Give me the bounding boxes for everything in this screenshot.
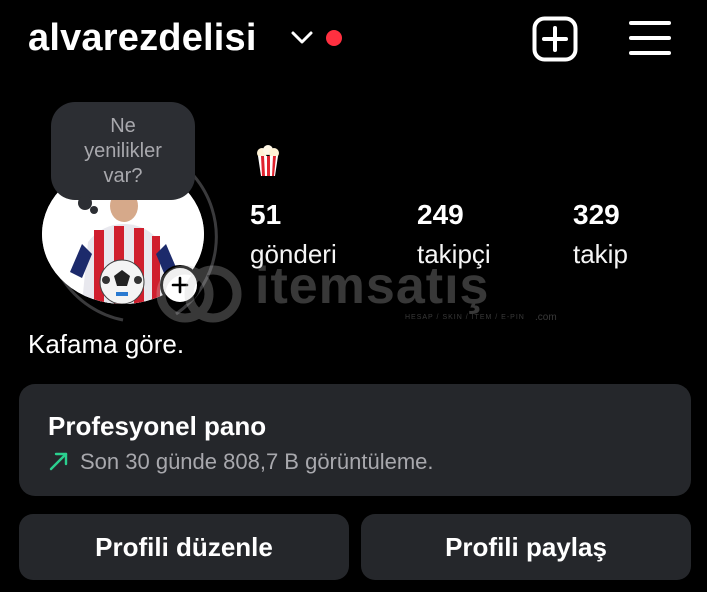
stat-value: 51 xyxy=(250,199,282,230)
dashboard-title: Profesyonel pano xyxy=(48,411,267,441)
stat-label: takip xyxy=(573,239,628,269)
profile-bio: Kafama göre. xyxy=(28,329,185,359)
edit-profile-button[interactable]: Profili düzenle xyxy=(19,514,349,580)
note-bubble-tail xyxy=(90,206,98,214)
watermark-suffix: .com xyxy=(535,312,557,323)
profile-username[interactable]: alvarezdelisi xyxy=(28,14,257,62)
share-profile-button[interactable]: Profili paylaş xyxy=(361,514,691,580)
stat-following[interactable]: 329 takip xyxy=(573,198,628,270)
popcorn-icon xyxy=(257,145,279,176)
stat-value: 249 xyxy=(417,199,464,230)
dashboard-subtitle: Son 30 günde 808,7 B görüntüleme. xyxy=(80,449,434,474)
chevron-down-icon[interactable] xyxy=(290,28,314,48)
note-text-line: Ne xyxy=(110,115,136,137)
watermark-brand: itemsatış xyxy=(255,257,490,315)
notification-dot xyxy=(326,30,342,46)
hamburger-menu-icon[interactable] xyxy=(628,18,672,58)
trending-up-arrow-icon xyxy=(49,452,68,471)
note-text-line: var? xyxy=(103,165,143,187)
note-bubble[interactable]: Ne yenilikler var? xyxy=(51,102,195,200)
watermark-logo-icon xyxy=(156,265,242,323)
plus-square-icon[interactable] xyxy=(532,16,578,62)
watermark-tagline: HESAP / SKIN / ITEM / E-PIN xyxy=(405,314,525,321)
note-text-line: yenilikler xyxy=(84,140,162,162)
stat-value: 329 xyxy=(573,199,620,230)
watermark: itemsatış HESAP / SKIN / ITEM / E-PIN .c… xyxy=(155,258,575,328)
